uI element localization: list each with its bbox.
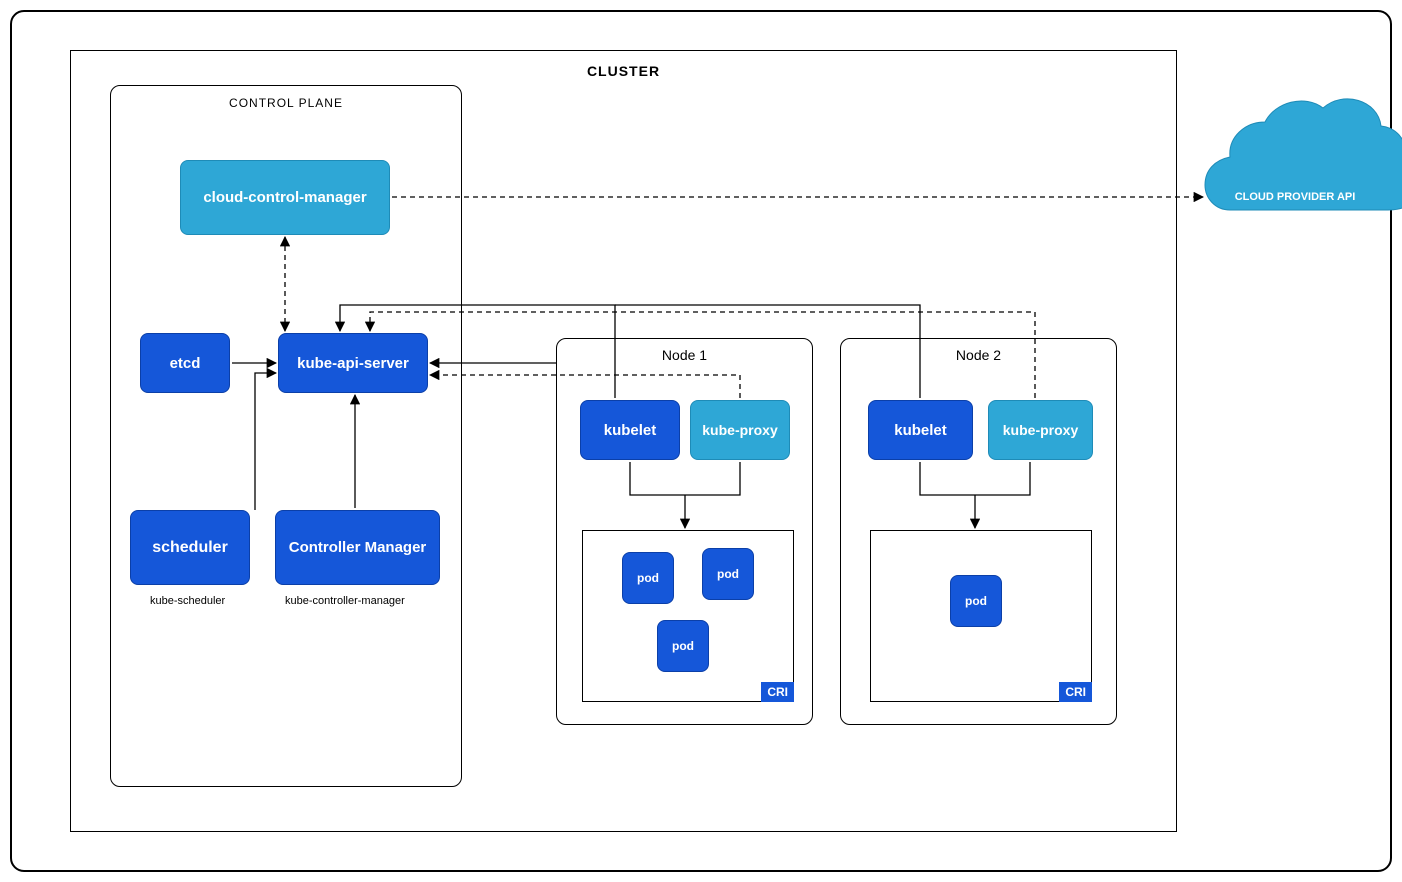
node2-title: Node 2	[841, 347, 1116, 363]
node2-cri-label: CRI	[1059, 682, 1092, 702]
controller-manager-box: Controller Manager	[275, 510, 440, 585]
scheduler-caption: kube-scheduler	[150, 595, 225, 607]
kube-api-server-box: kube-api-server	[278, 333, 428, 393]
node2-kube-proxy-box: kube-proxy	[988, 400, 1093, 460]
node1-cri-label: CRI	[761, 682, 794, 702]
control-plane-title: CONTROL PLANE	[111, 96, 461, 110]
node1-cri-container: CRI	[582, 530, 794, 702]
node2-pod-1: pod	[950, 575, 1002, 627]
scheduler-box: scheduler	[130, 510, 250, 585]
node1-kube-proxy-box: kube-proxy	[690, 400, 790, 460]
node2-kubelet-box: kubelet	[868, 400, 973, 460]
cloud-control-manager-box: cloud-control-manager	[180, 160, 390, 235]
cluster-title: CLUSTER	[71, 63, 1176, 79]
node1-kubelet-box: kubelet	[580, 400, 680, 460]
etcd-box: etcd	[140, 333, 230, 393]
controller-manager-caption: kube-controller-manager	[285, 595, 405, 607]
node1-pod-2: pod	[702, 548, 754, 600]
node1-title: Node 1	[557, 347, 812, 363]
node1-pod-1: pod	[622, 552, 674, 604]
node1-pod-3: pod	[657, 620, 709, 672]
